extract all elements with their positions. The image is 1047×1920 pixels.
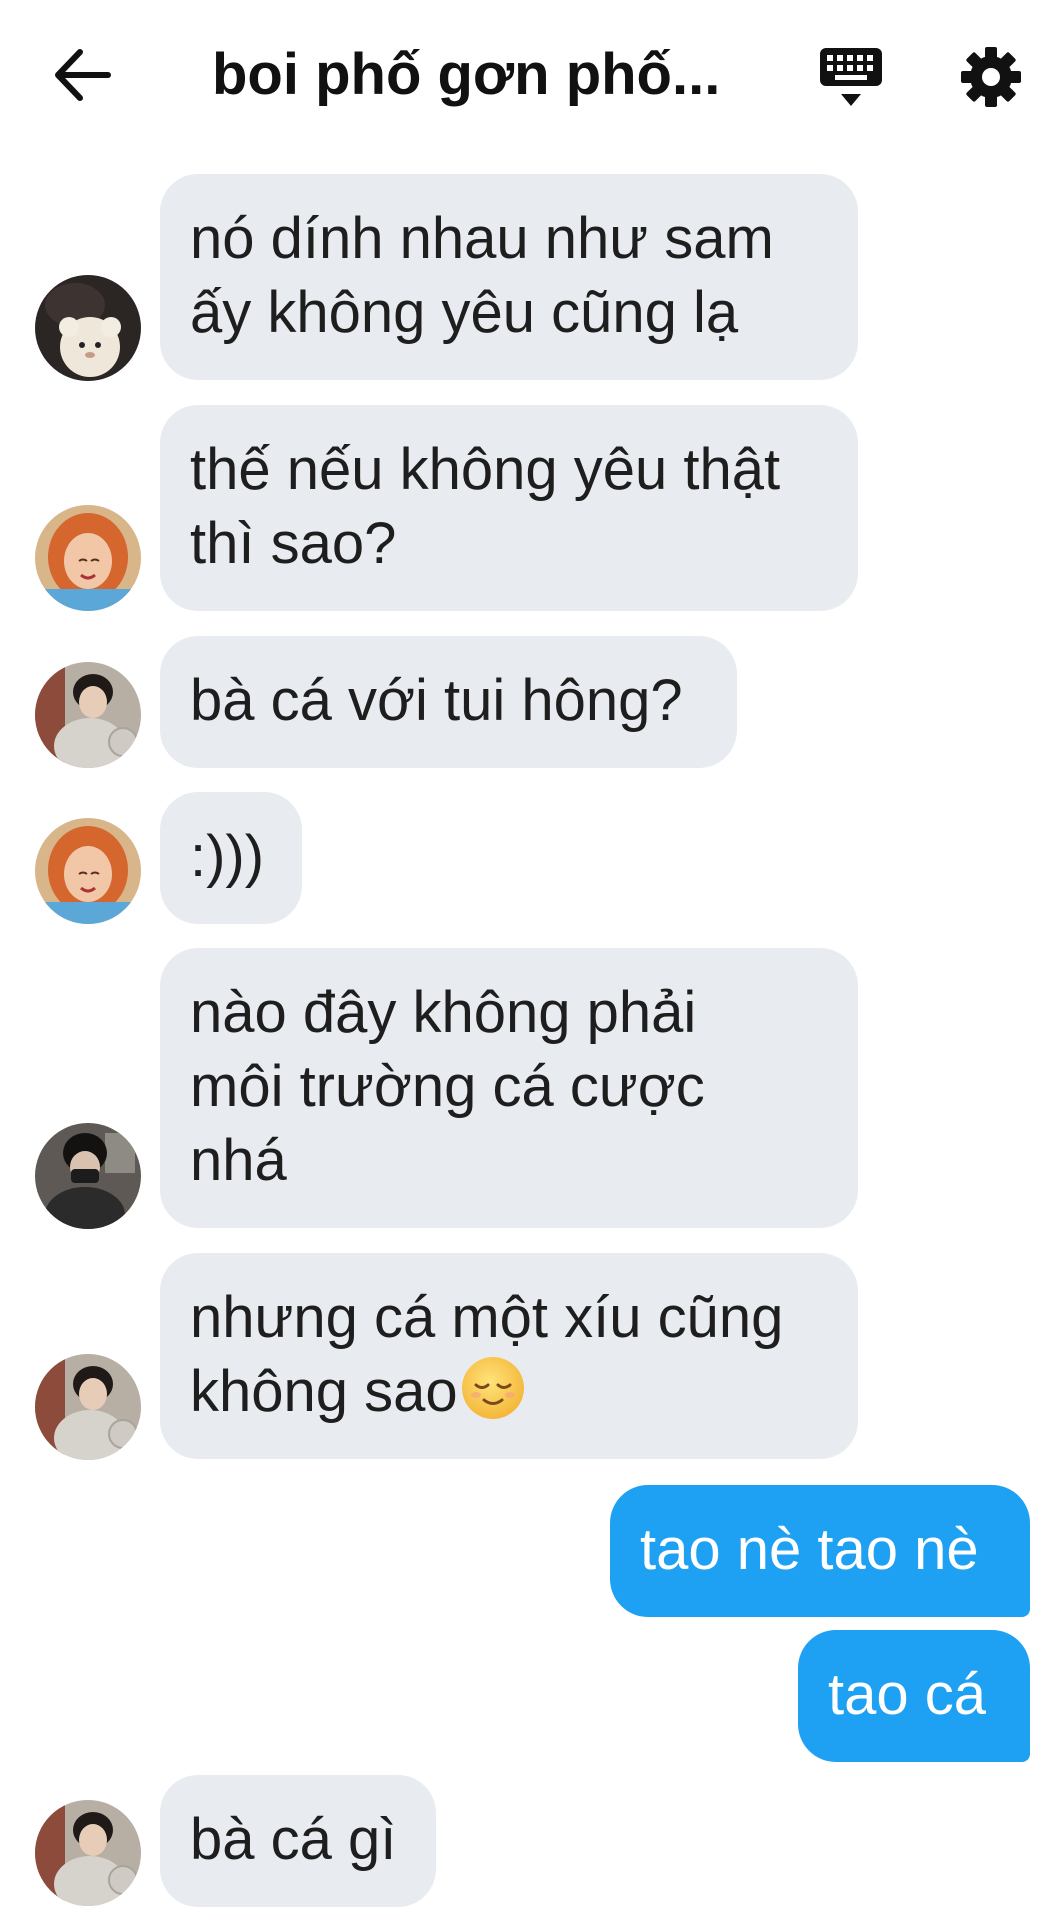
message-text-line: nào đây không phải: [190, 980, 697, 1045]
message-text-line: thì sao?: [190, 511, 397, 576]
conversation-title[interactable]: boi phố gơn phố...: [212, 40, 752, 110]
message-bubble[interactable]: nó dính nhau như sam ấy không yêu cũng l…: [160, 174, 858, 380]
message-bubble[interactable]: thế nếu không yêu thật thì sao?: [160, 405, 858, 611]
avatar[interactable]: [35, 818, 141, 924]
message-bubble[interactable]: nhưng cá một xíu cũng không sao: [160, 1253, 858, 1459]
message-text-line: môi trường cá cược: [190, 1054, 705, 1119]
avatar[interactable]: [35, 662, 141, 768]
message-text-line: không sao: [190, 1359, 458, 1424]
message-text-line: nhưng cá một xíu cũng: [190, 1285, 784, 1350]
message-text-line: thế nếu không yêu thật: [190, 437, 781, 502]
relieved-face-emoji: [461, 1357, 524, 1419]
avatar-redhair-girl: [35, 505, 141, 611]
message-bubble-outgoing[interactable]: tao cá: [798, 1630, 1030, 1762]
avatar-redhair-girl: [35, 818, 141, 924]
keyboard-icon: [820, 48, 882, 106]
gear-icon: [961, 47, 1021, 107]
avatar[interactable]: [35, 505, 141, 611]
chat-header: boi phố gơn phố...: [0, 0, 1047, 150]
message-text-line: nó dính nhau như sam: [190, 206, 774, 271]
message-bubble[interactable]: :))): [160, 792, 302, 924]
message-bubble[interactable]: bà cá với tui hông?: [160, 636, 737, 768]
message-text-line: nhá: [190, 1128, 287, 1193]
arrow-left-icon: [55, 49, 111, 101]
avatar[interactable]: [35, 275, 141, 381]
chat-screen: boi phố gơn phố... nó dính nhau như sam …: [0, 0, 1047, 1920]
avatar[interactable]: [35, 1123, 141, 1229]
message-text-line: bà cá gì: [190, 1807, 397, 1872]
message-bubble-outgoing[interactable]: tao nè tao nè: [610, 1485, 1030, 1617]
message-bubble[interactable]: nào đây không phải môi trường cá cược nh…: [160, 948, 858, 1228]
message-text-line: bà cá với tui hông?: [190, 668, 683, 733]
message-text-line: tao nè tao nè: [640, 1517, 979, 1582]
avatar-boy-sweater: [35, 662, 141, 768]
avatar-masked-boy: [35, 1123, 141, 1229]
avatar[interactable]: [35, 1354, 141, 1460]
avatar-boy-sweater: [35, 1354, 141, 1460]
keyboard-toggle-button[interactable]: [818, 44, 884, 110]
settings-button[interactable]: [958, 44, 1024, 110]
message-text-line: :))): [190, 824, 265, 889]
back-button[interactable]: [48, 44, 118, 106]
message-text-line: ấy không yêu cũng lạ: [190, 280, 739, 345]
avatar-plush-girl: [35, 275, 141, 381]
avatar[interactable]: [35, 1800, 141, 1906]
message-bubble[interactable]: bà cá gì: [160, 1775, 436, 1907]
avatar-boy-sweater: [35, 1800, 141, 1906]
message-text-line: tao cá: [828, 1662, 986, 1727]
